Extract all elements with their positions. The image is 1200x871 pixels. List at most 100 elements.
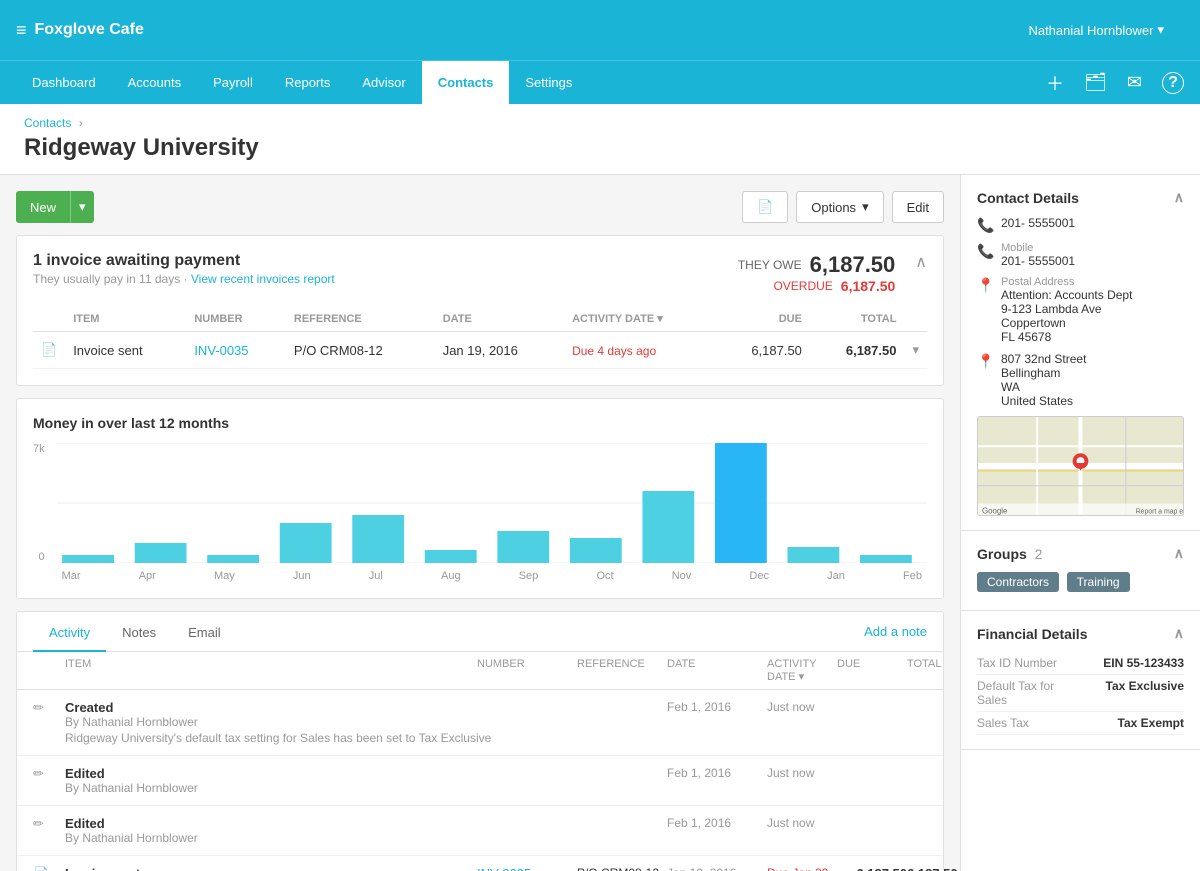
svg-text:Report a map err: Report a map err [1136, 508, 1183, 515]
they-owe-amount: 6,187.50 [810, 252, 896, 278]
activity-item-by-2: By Nathanial Hornblower [65, 781, 477, 795]
mail-icon[interactable]: ✉ [1127, 72, 1142, 93]
app-title: Foxglove Cafe [35, 21, 144, 39]
x-dec: Dec [749, 570, 769, 582]
x-aug: Aug [441, 570, 461, 582]
folder-icon[interactable]: 🗂 [1084, 72, 1107, 93]
add-note-btn[interactable]: Add a note [864, 612, 927, 651]
row-item: Invoice sent [65, 332, 186, 369]
activity-activity-date-2: Just now [767, 766, 837, 780]
groups-collapse[interactable]: ∧ [1174, 545, 1184, 562]
phone-icon: 📞 [977, 217, 993, 234]
x-apr: Apr [139, 570, 156, 582]
nav-action-icons: ＋ 🗂 ✉ ? [1046, 70, 1184, 96]
financial-details-header: Financial Details ∧ [977, 625, 1184, 642]
fin-sales-tax-label: Sales Tax [977, 716, 1081, 730]
x-jun: Jun [293, 570, 311, 582]
help-icon[interactable]: ? [1162, 72, 1184, 94]
postal-line-1: Attention: Accounts Dept [1001, 288, 1132, 302]
activity-row-edited-2: ✏ Edited By Nathanial Hornblower Feb 1, … [17, 806, 943, 856]
activity-item-title-3: Edited [65, 816, 477, 831]
group-tag-training[interactable]: Training [1067, 572, 1130, 592]
nav-settings[interactable]: Settings [509, 61, 588, 105]
nav-payroll[interactable]: Payroll [197, 61, 269, 105]
financial-details-collapse[interactable]: ∧ [1174, 625, 1184, 642]
user-menu[interactable]: Nathanial Hornblower ▾ [1028, 22, 1164, 38]
street-line-2: Bellingham [1001, 366, 1086, 380]
contact-details-section: Contact Details ∧ 📞 201- 5555001 📞 Mobil… [961, 175, 1200, 531]
activity-date-2: Feb 1, 2016 [667, 766, 767, 780]
groups-header: Groups 2 ∧ [977, 545, 1184, 562]
activity-item-info-4: Invoice sent [65, 866, 477, 871]
tab-email[interactable]: Email [172, 613, 237, 652]
activity-edit-icon: ✏ [33, 700, 65, 716]
mobile-icon: 📞 [977, 243, 993, 260]
options-button[interactable]: Options ▾ [796, 191, 883, 223]
postal-row: 📍 Postal Address Attention: Accounts Dep… [977, 276, 1184, 344]
new-button[interactable]: New [16, 191, 70, 223]
mobile-label: Mobile [1001, 242, 1075, 254]
th-reference: REFERENCE [286, 306, 435, 332]
edit-button[interactable]: Edit [892, 191, 944, 223]
nav-reports[interactable]: Reports [269, 61, 347, 105]
nav-bar: Dashboard Accounts Payroll Reports Advis… [0, 60, 1200, 104]
top-bar: ≡ Foxglove Cafe Nathanial Hornblower ▾ [0, 0, 1200, 60]
nav-dashboard[interactable]: Dashboard [16, 61, 112, 105]
th-number: NUMBER [186, 306, 286, 332]
nav-advisor[interactable]: Advisor [346, 61, 421, 105]
chart-area: 7k 0 [33, 443, 927, 582]
breadcrumb-parent[interactable]: Contacts [24, 116, 71, 130]
tab-activity[interactable]: Activity [33, 613, 106, 652]
activity-total-4: 6,187.50 [907, 866, 927, 871]
activity-reference-4: P/O CRM08-12 [577, 866, 667, 871]
x-nov: Nov [672, 570, 692, 582]
activity-activity-date-3: Just now [767, 816, 837, 830]
street-info: 807 32nd Street Bellingham WA United Sta… [1001, 352, 1086, 408]
user-name: Nathanial Hornblower [1028, 23, 1153, 38]
contact-details-title: Contact Details [977, 190, 1079, 206]
activity-card: Activity Notes Email Add a note ITEM NUM… [16, 611, 944, 871]
invoice-amount-area: THEY OWE 6,187.50 OVERDUE 6,187.50 ∧ [738, 252, 927, 294]
toolbar: New ▾ 📄 Options ▾ Edit [16, 191, 944, 223]
contact-details-collapse[interactable]: ∧ [1174, 189, 1184, 206]
new-dropdown-button[interactable]: ▾ [70, 191, 94, 223]
street-line-4: United States [1001, 394, 1086, 408]
left-panel: New ▾ 📄 Options ▾ Edit [0, 175, 960, 871]
groups-count: 2 [1035, 546, 1043, 562]
add-icon[interactable]: ＋ [1046, 70, 1064, 96]
activity-due-4: 6,187.50 [837, 866, 907, 871]
tab-notes[interactable]: Notes [106, 613, 172, 652]
col-total: TOTAL [907, 658, 927, 683]
they-owe-row: THEY OWE 6,187.50 [738, 252, 895, 278]
postal-line-2: 9-123 Lambda Ave [1001, 302, 1132, 316]
row-date: Jan 19, 2016 [435, 332, 564, 369]
activity-row-grid-3: ✏ Edited By Nathanial Hornblower Feb 1, … [33, 816, 927, 845]
group-tag-contractors[interactable]: Contractors [977, 572, 1059, 592]
activity-activity-date-4: Due Jan 29, 2016 [767, 866, 837, 871]
invoice-collapse-btn[interactable]: ∧ [915, 252, 927, 272]
doc-button[interactable]: 📄 [742, 191, 788, 223]
invoice-report-link[interactable]: View recent invoices report [191, 272, 335, 286]
overdue-row: OVERDUE 6,187.50 [738, 278, 895, 294]
right-panel: Contact Details ∧ 📞 201- 5555001 📞 Mobil… [960, 175, 1200, 871]
invoice-number-link[interactable]: INV-0035 [194, 343, 248, 358]
fin-sales-tax-value: Tax Exempt [1081, 716, 1185, 730]
row-expand[interactable]: ▾ [904, 332, 927, 369]
new-button-group: New ▾ [16, 191, 94, 223]
page-title: Ridgeway University [24, 134, 1176, 174]
invoice-amount-section: THEY OWE 6,187.50 OVERDUE 6,187.50 [738, 252, 895, 294]
nav-accounts[interactable]: Accounts [112, 61, 197, 105]
activity-row-created: ✏ Created By Nathanial Hornblower Feb 1,… [17, 690, 943, 756]
activity-edit-icon-3: ✏ [33, 816, 65, 832]
mobile-number: 201- 5555001 [1001, 254, 1075, 268]
invoice-info: 1 invoice awaiting payment They usually … [33, 252, 335, 286]
nav-contacts[interactable]: Contacts [422, 61, 510, 105]
options-label: Options [811, 200, 856, 215]
y-min: 0 [33, 551, 45, 563]
x-oct: Oct [596, 570, 613, 582]
financial-details-section: Financial Details ∧ Tax ID Number EIN 55… [961, 611, 1200, 750]
chart-title: Money in over last 12 months [33, 415, 927, 431]
activity-inv-link[interactable]: INV-0035 [477, 866, 531, 871]
activity-activity-date: Just now [767, 700, 837, 714]
chart-svg [57, 443, 927, 563]
